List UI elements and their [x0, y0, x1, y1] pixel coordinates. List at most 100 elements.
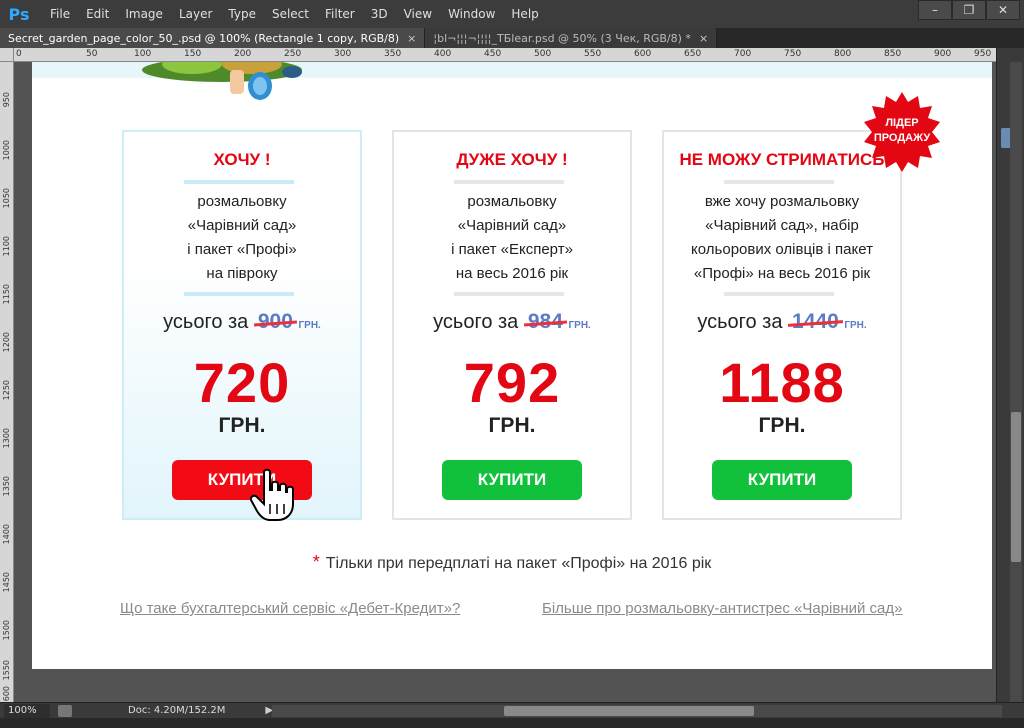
- document-tab-1[interactable]: Secret_garden_page_color_50_.psd @ 100% …: [0, 28, 426, 48]
- footnote-star: *: [312, 552, 320, 572]
- tab-close-icon[interactable]: ×: [407, 32, 416, 45]
- ruler-tick-label: 450: [484, 49, 502, 59]
- minimize-button[interactable]: –: [918, 0, 952, 20]
- ruler-tick-label: 1250: [2, 380, 11, 401]
- ruler-tick-label: 1150: [2, 284, 11, 305]
- zoom-field[interactable]: 100%: [4, 703, 50, 718]
- horizontal-scrollbar-thumb[interactable]: [504, 706, 754, 716]
- card-description: вже хочу розмальовку «Чарівний сад», наб…: [691, 193, 873, 282]
- old-price-currency: ГРН.: [568, 320, 591, 331]
- document-tab-2[interactable]: ¦bl¬¦¦¦¬¦¦¦¦_TБlear.psd @ 50% (3 Чек, RG…: [425, 28, 718, 48]
- ruler-tick-label: 0: [16, 49, 22, 59]
- ruler-tick-label: 1400: [2, 524, 11, 545]
- card-title: ДУЖЕ ХОЧУ !: [456, 150, 568, 169]
- menu-window[interactable]: Window: [440, 0, 503, 28]
- horizontal-scrollbar[interactable]: [272, 705, 1002, 717]
- new-price-currency: ГРН.: [218, 414, 266, 437]
- old-price: 1440: [792, 310, 839, 333]
- buy-button-expert[interactable]: КУПИТИ: [442, 460, 582, 500]
- ruler-tick-label: 1500: [2, 620, 11, 641]
- character-illustration: [142, 62, 302, 100]
- menu-edit[interactable]: Edit: [78, 0, 117, 28]
- ruler-tick-label: 150: [184, 49, 202, 59]
- ruler-tick-label: 1550: [2, 660, 11, 681]
- service-info-link[interactable]: Що таке бухгалтерський сервіс «Дебет-Кре…: [120, 600, 460, 617]
- horizontal-ruler[interactable]: 0 50 100 150 200 250 300 350 400 450 500…: [14, 48, 996, 62]
- ruler-tick-label: 1350: [2, 476, 11, 497]
- canvas-area[interactable]: ХОЧУ ! розмальовку «Чарівний сад» і паке…: [14, 62, 996, 702]
- taskbar-strip: [0, 718, 1024, 728]
- vertical-ruler[interactable]: 950 1000 1050 1100 1150 1200 1250 1300 1…: [0, 62, 14, 702]
- badge-line-1: ЛІДЕР: [885, 117, 919, 129]
- menu-3d[interactable]: 3D: [363, 0, 396, 28]
- price-prefix: усього за: [433, 311, 519, 333]
- status-info-icon[interactable]: [58, 704, 72, 717]
- menu-layer[interactable]: Layer: [171, 0, 220, 28]
- price-prefix: усього за: [697, 311, 783, 333]
- new-price: 792: [463, 351, 561, 414]
- ruler-tick-label: 300: [334, 49, 352, 59]
- menu-type[interactable]: Type: [220, 0, 264, 28]
- document-tab-bar: Secret_garden_page_color_50_.psd @ 100% …: [0, 28, 1024, 48]
- pricing-card-premium: НЕ МОЖУ СТРИМАТИСЬ вже хочу розмальовку …: [662, 130, 902, 520]
- ruler-tick-label: 1000: [2, 140, 11, 161]
- menu-file[interactable]: File: [42, 0, 78, 28]
- divider: [724, 180, 834, 184]
- badge-line-2: ПРОДАЖУ: [873, 132, 931, 144]
- ruler-tick-label: 550: [584, 49, 602, 59]
- vertical-scrollbar[interactable]: [1010, 62, 1022, 702]
- tab-close-icon[interactable]: ×: [699, 32, 708, 45]
- restore-button[interactable]: ❐: [952, 0, 986, 20]
- coloring-book-info-link[interactable]: Більше про розмальовку-антистрес «Чарівн…: [542, 600, 902, 617]
- footnote: * Тільки при передплаті на пакет «Профі» …: [32, 552, 992, 573]
- price-prefix: усього за: [163, 311, 249, 333]
- new-price: 1188: [719, 351, 845, 414]
- ruler-tick-label: 650: [684, 49, 702, 59]
- menu-filter[interactable]: Filter: [317, 0, 363, 28]
- ruler-tick-label: 1450: [2, 572, 11, 593]
- menu-items: File Edit Image Layer Type Select Filter…: [42, 0, 547, 28]
- status-bar: 100% Doc: 4.20M/152.2M ▶: [0, 702, 1024, 718]
- close-button[interactable]: ✕: [986, 0, 1020, 20]
- ruler-tick-label: 600: [634, 49, 652, 59]
- ruler-tick-label: 850: [884, 49, 902, 59]
- hand-cursor-icon: [250, 468, 294, 521]
- ruler-tick-label: 1050: [2, 188, 11, 209]
- old-price-currency: ГРН.: [844, 320, 867, 331]
- new-price-currency: ГРН.: [758, 414, 806, 437]
- document-size: Doc: 4.20M/152.2M: [128, 705, 226, 716]
- menu-select[interactable]: Select: [264, 0, 317, 28]
- ruler-tick-label: 50: [86, 49, 98, 59]
- card-description: розмальовку «Чарівний сад» і пакет «Експ…: [451, 193, 573, 282]
- menu-image[interactable]: Image: [117, 0, 171, 28]
- new-price: 720: [193, 351, 291, 414]
- ruler-tick-label: 250: [284, 49, 302, 59]
- ruler-tick-label: 900: [934, 49, 952, 59]
- divider: [184, 292, 294, 296]
- ruler-tick-label: 800: [834, 49, 852, 59]
- price-row: усього за 900 ГРН.: [124, 310, 360, 334]
- ruler-tick-label: 950: [974, 49, 992, 59]
- ruler-tick-label: 100: [134, 49, 152, 59]
- document-canvas[interactable]: ХОЧУ ! розмальовку «Чарівний сад» і паке…: [32, 62, 992, 669]
- menu-bar: Ps File Edit Image Layer Type Select Fil…: [0, 0, 1024, 28]
- ruler-tick-label: 1300: [2, 428, 11, 449]
- bestseller-badge: ЛІДЕР ПРОДАЖУ: [862, 92, 942, 172]
- new-price-currency: ГРН.: [488, 414, 536, 437]
- document-tab-label: ¦bl¬¦¦¦¬¦¦¦¦_TБlear.psd @ 50% (3 Чек, RG…: [433, 31, 691, 45]
- menu-view[interactable]: View: [396, 0, 440, 28]
- vertical-scrollbar-thumb[interactable]: [1011, 412, 1021, 562]
- photoshop-logo: Ps: [8, 4, 30, 24]
- ruler-corner[interactable]: [0, 48, 14, 62]
- divider: [184, 180, 294, 184]
- pricing-card-basic: ХОЧУ ! розмальовку «Чарівний сад» і паке…: [122, 130, 362, 520]
- old-price-currency: ГРН.: [298, 320, 321, 331]
- price-row: усього за 984 ГРН.: [394, 310, 630, 334]
- badge-text: ЛІДЕР ПРОДАЖУ: [862, 116, 942, 146]
- ruler-tick-label: 1200: [2, 332, 11, 353]
- buy-button-premium[interactable]: КУПИТИ: [712, 460, 852, 500]
- menu-help[interactable]: Help: [503, 0, 546, 28]
- card-title: ХОЧУ !: [213, 150, 271, 169]
- ruler-tick-label: 1100: [2, 236, 11, 257]
- divider: [724, 292, 834, 296]
